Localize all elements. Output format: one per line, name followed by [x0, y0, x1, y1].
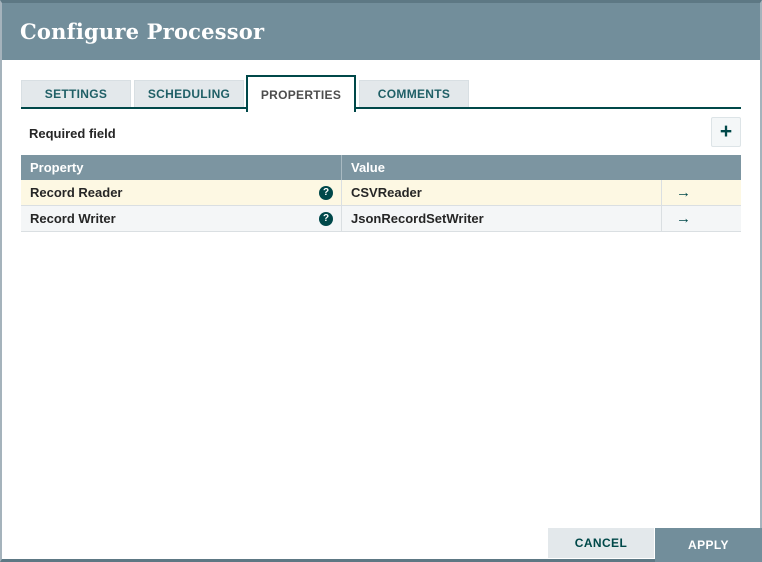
goto-service-cell: →: [661, 206, 741, 231]
table-row-record-writer[interactable]: Record Writer ? JsonRecordSetWriter →: [21, 206, 741, 232]
tab-scheduling[interactable]: SCHEDULING: [134, 80, 244, 108]
properties-table: Property Value Record Reader ? CSVReader…: [21, 155, 741, 232]
value-cell[interactable]: CSVReader: [341, 180, 661, 205]
required-field-label: Required field: [29, 126, 116, 141]
add-property-button[interactable]: +: [711, 117, 741, 147]
property-cell: Record Writer ?: [21, 206, 341, 231]
column-header-property: Property: [30, 160, 84, 175]
column-header-value: Value: [341, 155, 741, 180]
property-name: Record Writer: [30, 211, 116, 226]
go-to-service-icon[interactable]: →: [676, 211, 691, 226]
property-cell: Record Reader ?: [21, 180, 341, 205]
property-name: Record Reader: [30, 185, 123, 200]
go-to-service-icon[interactable]: →: [676, 185, 691, 200]
tab-comments[interactable]: COMMENTS: [359, 80, 469, 108]
help-icon[interactable]: ?: [319, 185, 333, 200]
dialog-title: Configure Processor: [20, 19, 265, 44]
configure-processor-dialog: Configure Processor SETTINGS SCHEDULING …: [0, 0, 762, 562]
table-row-record-reader[interactable]: Record Reader ? CSVReader →: [21, 180, 741, 206]
tab-properties[interactable]: PROPERTIES: [246, 75, 356, 112]
property-value: JsonRecordSetWriter: [351, 211, 484, 226]
goto-service-cell: →: [661, 180, 741, 205]
table-header-row: Property Value: [21, 155, 741, 180]
property-value: CSVReader: [351, 185, 422, 200]
tab-underline: [21, 107, 741, 109]
value-cell[interactable]: JsonRecordSetWriter: [341, 206, 661, 231]
dialog-header: Configure Processor: [2, 3, 760, 60]
cancel-button[interactable]: CANCEL: [548, 528, 654, 558]
plus-icon: +: [719, 119, 733, 143]
help-icon[interactable]: ?: [319, 211, 333, 226]
tab-settings[interactable]: SETTINGS: [21, 80, 131, 108]
apply-button[interactable]: APPLY: [655, 528, 762, 562]
